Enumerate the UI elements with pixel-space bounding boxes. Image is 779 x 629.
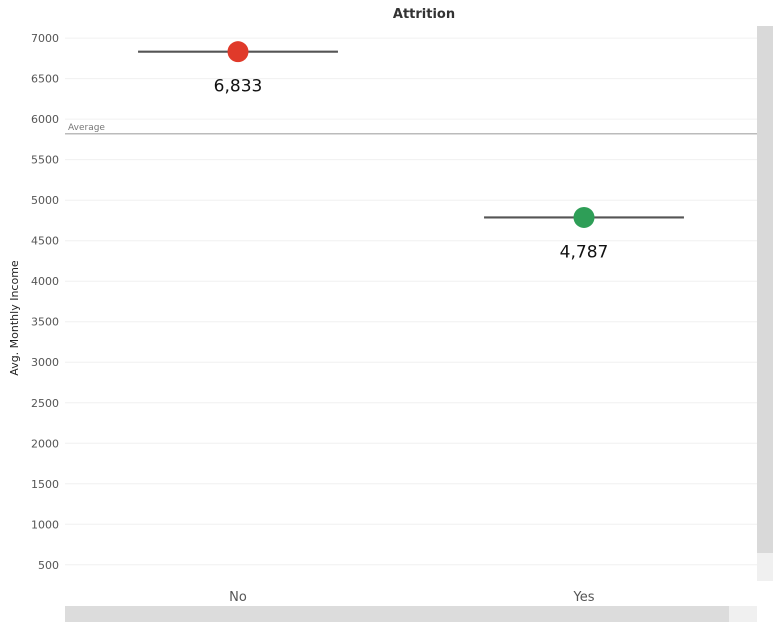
y-tick-label: 3500 [31,316,59,329]
x-tick-label-no: No [229,590,247,605]
x-axis-ticks: No Yes [229,590,595,605]
y-tick-label: 4000 [31,275,59,288]
horizontal-scrollbar[interactable] [65,606,729,622]
y-tick-label: 7000 [31,32,59,45]
gridlines [65,37,757,566]
data-label-no: 6,833 [214,77,263,97]
y-tick-label: 1000 [31,518,59,531]
data-marks: 6,833 4,787 [138,41,684,262]
chart-title: Attrition [393,7,455,22]
y-tick-label: 500 [38,559,59,572]
data-label-yes: 4,787 [560,242,609,262]
vertical-scrollbar[interactable] [757,26,773,553]
y-tick-label: 2000 [31,437,59,450]
data-point-yes[interactable] [573,206,595,228]
vertical-scrollbar-track [757,553,773,581]
y-axis-ticks: 500 1000 1500 2000 2500 3000 3500 4000 4500 5000 5… [31,32,59,572]
y-tick-label: 4500 [31,235,59,248]
data-point-no[interactable] [227,41,249,63]
y-tick-label: 6500 [31,73,59,86]
y-tick-label: 2500 [31,397,59,410]
y-tick-label: 1500 [31,478,59,491]
chart: Attrition 500 1000 1500 2000 2500 3000 3500 400… [8,7,773,622]
y-tick-label: 3000 [31,356,59,369]
y-tick-label: 5500 [31,154,59,167]
y-tick-label: 5000 [31,194,59,207]
horizontal-scrollbar-track [729,606,757,622]
average-reference-label: Average [68,123,105,133]
y-axis-label: Avg. Monthly Income [8,260,21,376]
x-tick-label-yes: Yes [573,590,595,605]
reference-line-group: Average [65,123,757,135]
y-tick-label: 6000 [31,113,59,126]
